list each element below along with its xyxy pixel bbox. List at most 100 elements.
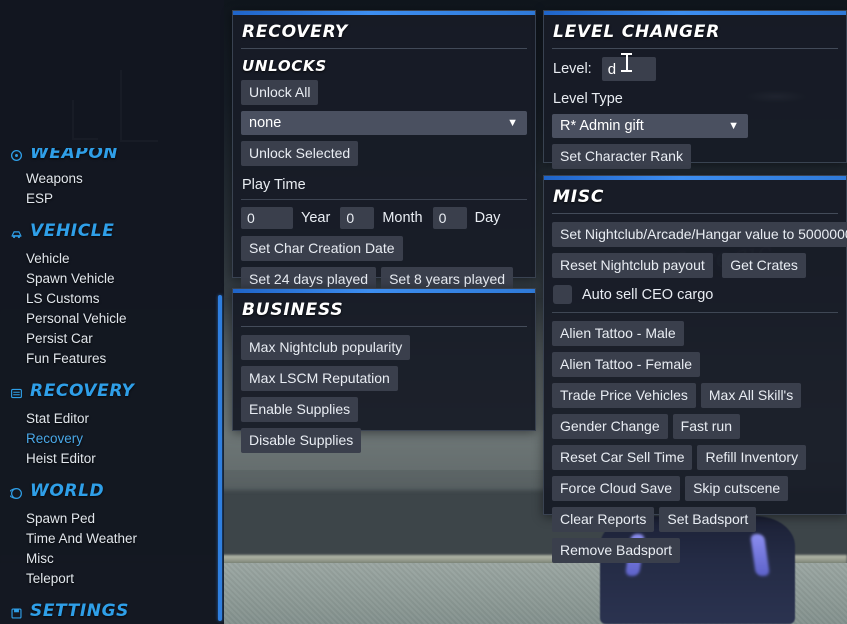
misc-panel: MISC Set Nightclub/Arcade/Hangar value t… [543, 175, 847, 563]
recovery-panel: RECOVERY UNLOCKS Unlock All none ▼ Unloc… [232, 10, 536, 292]
get-crates-button[interactable]: Get Crates [722, 253, 806, 278]
sidebar-group-world[interactable]: WORLD [0, 479, 224, 503]
misc-panel-title: MISC [553, 187, 605, 207]
gender-change-button[interactable]: Gender Change [552, 414, 668, 439]
reset-car-sell-time-button[interactable]: Reset Car Sell Time [552, 445, 693, 470]
sidebar-group-label: SETTINGS [30, 601, 129, 621]
unlock-selector-value: none [249, 115, 282, 131]
set-nightclub-value-button[interactable]: Set Nightclub/Arcade/Hangar value to 500… [552, 222, 847, 247]
force-cloud-save-button[interactable]: Force Cloud Save [552, 476, 681, 501]
level-input[interactable] [601, 57, 656, 81]
max-nightclub-popularity-button[interactable]: Max Nightclub popularity [241, 335, 411, 360]
recovery-panel-body: UNLOCKS Unlock All none ▼ Unlock Selecte… [233, 57, 535, 307]
play-time-day-input[interactable] [432, 207, 467, 229]
sidebar-item-time-and-weather[interactable]: Time And Weather [0, 529, 224, 549]
divider [552, 48, 838, 49]
sidebar-item-teleport[interactable]: Teleport [0, 569, 224, 589]
sidebar-item-recovery[interactable]: Recovery [0, 429, 224, 449]
refill-inventory-button[interactable]: Refill Inventory [697, 445, 807, 470]
sidebar-item-ls-customs[interactable]: LS Customs [0, 289, 224, 309]
sidebar-item-misc[interactable]: Misc [0, 549, 224, 569]
sidebar-item-personal-vehicle[interactable]: Personal Vehicle [0, 309, 224, 329]
misc-row: Gender Change Fast run [552, 414, 838, 445]
business-panel-body: Max Nightclub popularity Max LSCM Reputat… [233, 335, 535, 468]
sidebar-group-label: WORLD [30, 481, 105, 501]
enable-supplies-button[interactable]: Enable Supplies [241, 397, 359, 422]
sidebar-item-persist-car[interactable]: Persist Car [0, 329, 224, 349]
day-label: Day [474, 210, 501, 226]
sidebar-group-label: RECOVERY [30, 381, 135, 401]
unlock-selected-button[interactable]: Unlock Selected [241, 141, 359, 166]
set-badsport-button[interactable]: Set Badsport [659, 507, 757, 532]
misc-row: Clear Reports Set Badsport [552, 507, 838, 538]
month-label: Month [382, 210, 423, 226]
max-lscm-reputation-button[interactable]: Max LSCM Reputation [241, 366, 398, 391]
car-icon [10, 225, 23, 238]
auto-sell-checkbox[interactable] [553, 285, 572, 304]
chevron-down-icon: ▼ [507, 116, 518, 129]
sidebar-scroll-region: Weapons ESP VEHICLE Vehicle Spawn Vehicle LS … [0, 160, 224, 624]
auto-sell-ceo-cargo-row[interactable]: Auto sell CEO cargo [553, 285, 838, 304]
misc-row: Trade Price Vehicles Max All Skill's [552, 383, 838, 414]
trade-price-vehicles-button[interactable]: Trade Price Vehicles [552, 383, 696, 408]
level-label: Level: [553, 61, 592, 77]
level-type-label: Level Type [553, 91, 623, 107]
sidebar-scrollbar[interactable] [218, 295, 222, 621]
year-label: Year [301, 210, 331, 226]
sidebar-item-esp[interactable]: ESP [0, 189, 224, 209]
play-time-month-input[interactable] [340, 207, 375, 229]
sidebar-item-spawn-vehicle[interactable]: Spawn Vehicle [0, 269, 224, 289]
sidebar: Weapons ESP VEHICLE Vehicle Spawn Vehicle LS … [0, 0, 224, 624]
sidebar-group-recovery[interactable]: RECOVERY [0, 379, 224, 403]
sidebar-item-heist-editor[interactable]: Heist Editor [0, 449, 224, 469]
clear-reports-button[interactable]: Clear Reports [552, 507, 655, 532]
unlock-all-button[interactable]: Unlock All [241, 80, 319, 105]
divider [552, 213, 838, 214]
divider [552, 312, 838, 313]
sidebar-group-settings[interactable]: SETTINGS [0, 599, 224, 623]
business-panel: BUSINESS Max Nightclub popularity Max LSC… [232, 288, 536, 453]
sidebar-item-fun-features[interactable]: Fun Features [0, 349, 224, 369]
business-panel-title: BUSINESS [242, 300, 344, 320]
unlock-selector-dropdown[interactable]: none ▼ [241, 111, 527, 135]
level-changer-panel-title: LEVEL CHANGER [553, 22, 721, 42]
sidebar-group-vehicle[interactable]: VEHICLE [0, 219, 224, 243]
misc-row: Reset Car Sell Time Refill Inventory [552, 445, 838, 476]
sidebar-top-transparent [0, 0, 224, 160]
set-char-creation-date-button[interactable]: Set Char Creation Date [241, 236, 403, 261]
chevron-down-icon: ▼ [728, 119, 739, 132]
misc-row: Force Cloud Save Skip cutscene [552, 476, 838, 507]
auto-sell-label: Auto sell CEO cargo [582, 286, 714, 303]
play-time-year-input[interactable] [241, 207, 293, 229]
sidebar-group-label: VEHICLE [30, 221, 115, 241]
remove-badsport-button[interactable]: Remove Badsport [552, 538, 681, 563]
disable-supplies-button[interactable]: Disable Supplies [241, 428, 362, 453]
divider [241, 326, 527, 327]
set-character-rank-button[interactable]: Set Character Rank [552, 144, 691, 169]
sidebar-item-weapons[interactable]: Weapons [0, 169, 224, 189]
reset-nightclub-payout-button[interactable]: Reset Nightclub payout [552, 253, 713, 278]
level-type-dropdown[interactable]: R* Admin gift ▼ [552, 114, 748, 138]
sidebar-item-stat-editor[interactable]: Stat Editor [0, 409, 224, 429]
crosshair-icon [10, 148, 23, 161]
level-changer-panel: LEVEL CHANGER Level: Level Type R* Admin… [543, 10, 847, 169]
sidebar-item-vehicle[interactable]: Vehicle [0, 249, 224, 269]
sidebar-content: Weapons ESP VEHICLE Vehicle Spawn Vehicle LS … [0, 160, 224, 624]
misc-panel-body: Set Nightclub/Arcade/Hangar value to 500… [544, 222, 847, 578]
max-all-skill-s-button[interactable]: Max All Skill's [700, 383, 802, 408]
divider [241, 48, 527, 49]
misc-row: Alien Tattoo - Male Alien Tattoo - Female [552, 321, 838, 383]
alien-tattoo-female-button[interactable]: Alien Tattoo - Female [552, 352, 701, 377]
unlocks-heading: UNLOCKS [242, 57, 327, 75]
misc-button-rows: Alien Tattoo - Male Alien Tattoo - Female… [552, 321, 838, 569]
fast-run-button[interactable]: Fast run [672, 414, 740, 439]
list-icon [10, 385, 23, 398]
play-time-heading: Play Time [242, 177, 306, 193]
skip-cutscene-button[interactable]: Skip cutscene [685, 476, 789, 501]
globe-icon [8, 485, 23, 499]
alien-tattoo-male-button[interactable]: Alien Tattoo - Male [552, 321, 684, 346]
sidebar-item-spawn-ped[interactable]: Spawn Ped [0, 509, 224, 529]
